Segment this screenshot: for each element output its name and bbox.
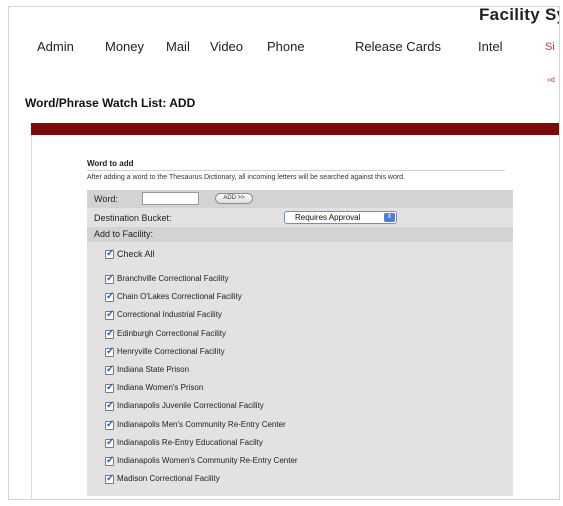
word-label: Word: bbox=[94, 194, 118, 204]
facility-label: Indianapolis Re-Entry Educational Facilt… bbox=[117, 437, 263, 447]
nav-intel[interactable]: Intel bbox=[478, 39, 503, 54]
nav-release-cards[interactable]: Release Cards bbox=[355, 39, 441, 54]
nav-truncated[interactable]: Si bbox=[545, 41, 555, 53]
bucket-label: Destination Bucket: bbox=[94, 213, 172, 223]
facility-label: Madison Correctional Facility bbox=[117, 474, 220, 484]
page-title: Word/Phrase Watch List: ADD bbox=[25, 96, 196, 110]
brand-title: Facility Sys bbox=[479, 6, 559, 24]
facility-label: Correctional Industrial Facility bbox=[117, 310, 222, 320]
add-to-facility-row: Add to Facility: bbox=[87, 227, 513, 242]
checkbox-checked-icon bbox=[105, 273, 114, 284]
word-input[interactable] bbox=[142, 192, 199, 205]
facility-label: Chain O'Lakes Correctional Facility bbox=[117, 292, 242, 302]
facility-label: Indianapolis Juvenile Correctional Facil… bbox=[117, 401, 264, 411]
bucket-select-value: Requires Approval bbox=[295, 213, 361, 222]
checkbox-checked-icon bbox=[105, 419, 114, 430]
facility-label: Edinburgh Correctional Facility bbox=[117, 328, 226, 338]
checkbox-checked-icon bbox=[105, 364, 114, 375]
top-nav: Admin Money Mail Video Phone Release Car… bbox=[9, 39, 559, 59]
add-to-facility-label: Add to Facility: bbox=[94, 229, 154, 239]
checkbox-checked-icon bbox=[105, 309, 114, 321]
header-banner bbox=[31, 123, 559, 135]
checkbox-checked-icon bbox=[105, 455, 114, 466]
add-button[interactable]: ADD >> bbox=[215, 193, 253, 204]
small-link[interactable]: «d bbox=[547, 77, 555, 84]
word-row: Word: ADD >> bbox=[87, 190, 513, 208]
divider bbox=[87, 170, 505, 171]
facility-label: Indiana Women's Prison bbox=[117, 383, 204, 393]
facility-label: Indianapolis Men's Community Re-Entry Ce… bbox=[117, 419, 286, 429]
facility-label: Indianapolis Women's Community Re-Entry … bbox=[117, 456, 298, 465]
checkbox-checked-icon bbox=[105, 328, 114, 339]
checkbox-checked-icon bbox=[105, 248, 114, 259]
nav-phone[interactable]: Phone bbox=[267, 39, 305, 54]
nav-mail[interactable]: Mail bbox=[166, 39, 190, 54]
divider bbox=[31, 135, 32, 499]
facility-label: Indiana State Prison bbox=[117, 365, 190, 374]
checkbox-checked-icon bbox=[105, 437, 114, 448]
nav-admin[interactable]: Admin bbox=[37, 39, 74, 54]
bucket-row: Destination Bucket: Requires Approval ⇕ bbox=[87, 209, 513, 226]
checkbox-checked-icon bbox=[105, 291, 114, 303]
section-description: After adding a word to the Thesaurus Dic… bbox=[87, 174, 406, 181]
nav-money[interactable]: Money bbox=[105, 39, 144, 54]
nav-video[interactable]: Video bbox=[210, 39, 243, 54]
checkbox-checked-icon bbox=[105, 400, 114, 412]
section-title: Word to add bbox=[87, 159, 134, 168]
form-panel: Word: ADD >> Destination Bucket: Require… bbox=[87, 190, 513, 496]
checkbox-checked-icon bbox=[105, 473, 114, 485]
checkbox-checked-icon bbox=[105, 382, 114, 394]
facility-label: Branchville Correctional Facility bbox=[117, 274, 229, 283]
check-all-label: Check All bbox=[117, 249, 155, 259]
select-arrows-icon: ⇕ bbox=[384, 213, 395, 222]
app-window: Facility Sys Admin Money Mail Video Phon… bbox=[8, 6, 560, 500]
bucket-select[interactable]: Requires Approval ⇕ bbox=[284, 211, 397, 224]
checkbox-checked-icon bbox=[105, 346, 114, 357]
facility-label: Henryville Correctional Facility bbox=[117, 346, 225, 356]
